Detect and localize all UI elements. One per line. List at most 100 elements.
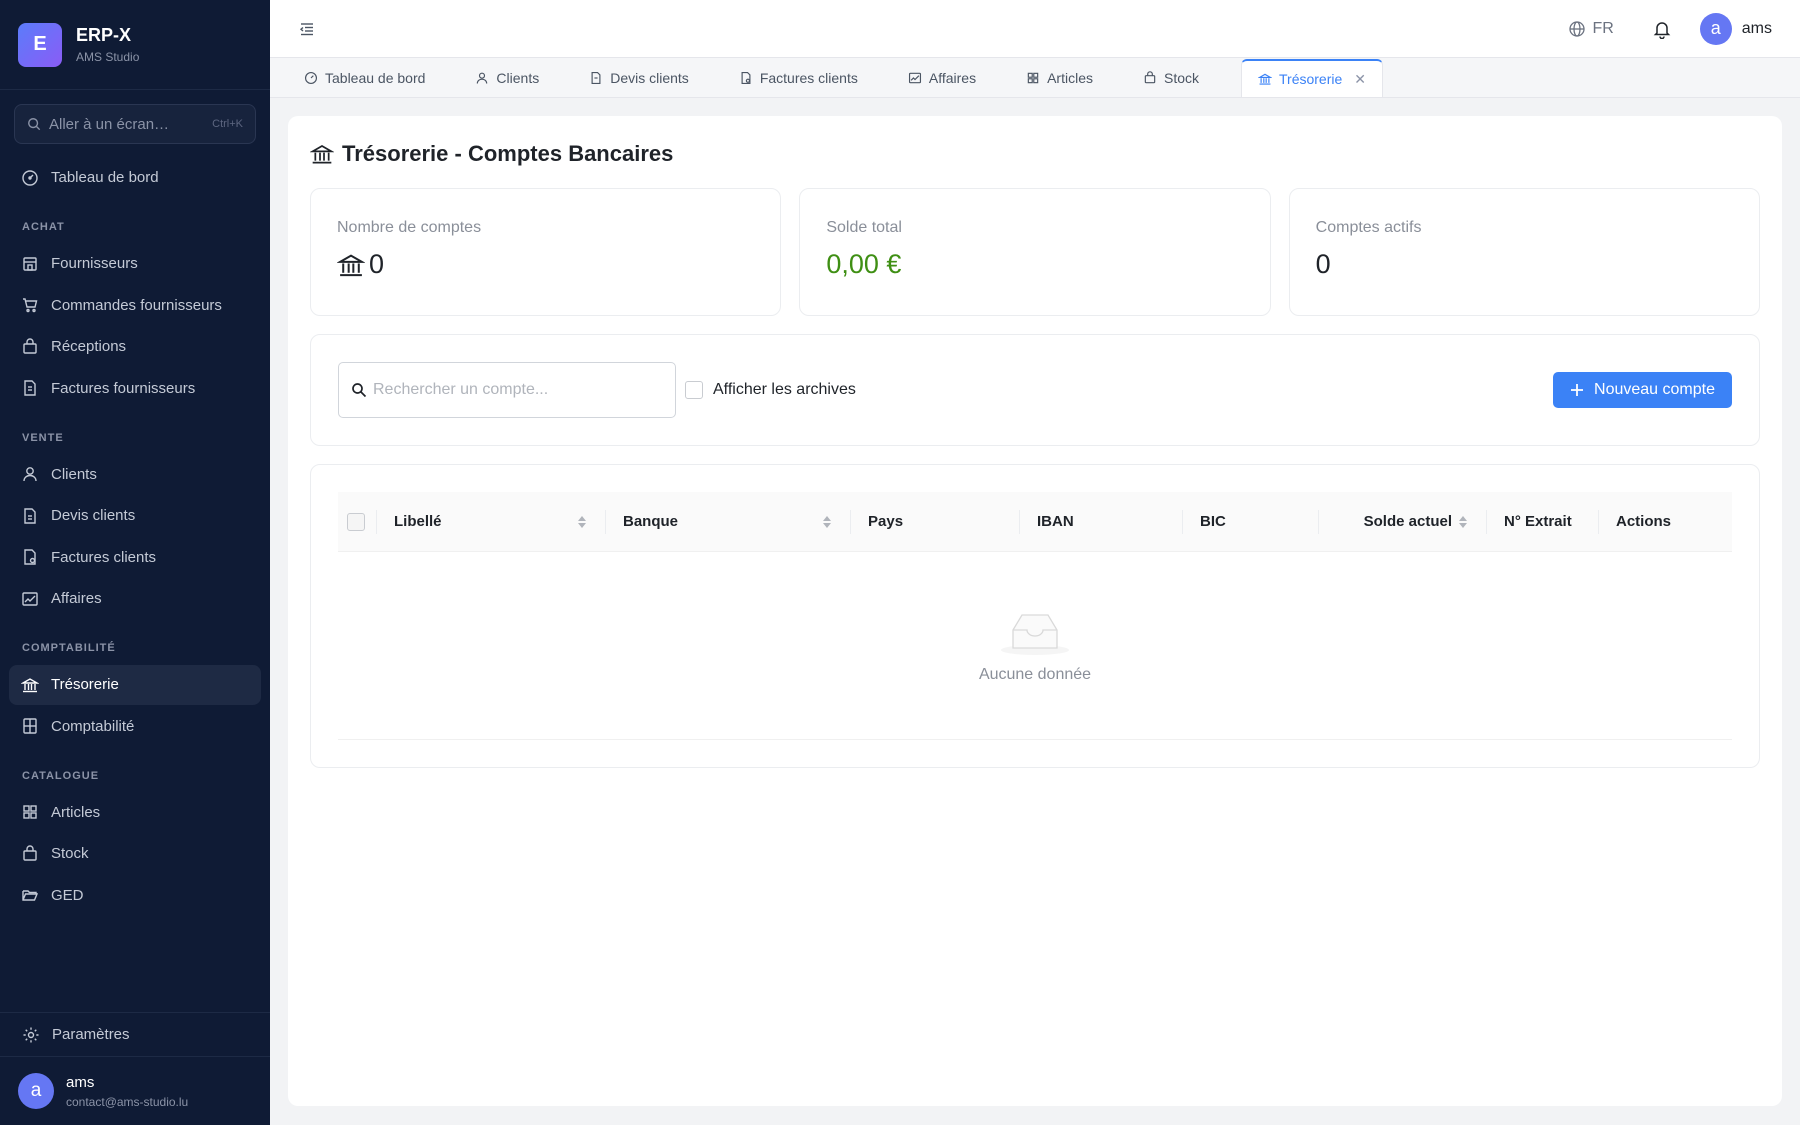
table-header: Libellé Banque Pays IBAN BIC Solde actue… [338,492,1732,552]
account-search-input[interactable] [373,381,663,399]
document-icon [591,71,601,85]
sort-icon[interactable] [822,515,832,529]
brand[interactable]: E ERP-X AMS Studio [0,0,270,90]
bank-icon [1258,73,1272,85]
grid-icon [1027,72,1039,84]
sort-icon[interactable] [1458,515,1468,529]
column-label: Solde actuel [1363,513,1452,530]
stat-value: 0 [337,249,754,280]
sidebar-nav: Tableau de bord ACHAT Fournisseurs Comma… [0,152,270,1012]
store-icon [23,256,37,271]
stat-card-accounts: Nombre de comptes 0 [310,188,782,316]
page-title: Trésorerie - Comptes Bancaires [310,138,1760,170]
package-icon [1144,71,1156,84]
column-header-extrait: N° Extrait [1486,492,1598,551]
tab-affaires[interactable]: Affaires [900,59,984,97]
page-title-text: Trésorerie - Comptes Bancaires [342,141,674,166]
sidebar-item-label: Commandes fournisseurs [51,296,222,314]
column-label: IBAN [1037,513,1074,530]
sort-icon[interactable] [577,515,587,529]
sidebar-item-label: Clients [51,465,97,483]
sidebar-user[interactable]: a ams contact@ams-studio.lu [0,1057,270,1125]
stat-card-total-balance: Solde total 0,00 € [799,188,1271,316]
bell-icon[interactable] [1652,19,1672,39]
tab-label: Factures clients [759,70,858,86]
search-icon [352,383,367,398]
section-catalogue: CATALOGUE [22,769,100,782]
user-name: ams [66,1073,95,1091]
accounts-table: Libellé Banque Pays IBAN BIC Solde actue… [310,464,1760,768]
sidebar-item-comptabilite[interactable]: Comptabilité [9,706,261,746]
sidebar-item-dashboard[interactable]: Tableau de bord [9,158,261,198]
calculator-icon [23,718,37,734]
column-label: Actions [1616,513,1672,530]
column-header-solde-actuel[interactable]: Solde actuel [1318,492,1486,551]
brand-name: ERP-X [76,25,132,45]
sidebar-item-commandes-fournisseurs[interactable]: Commandes fournisseurs [9,285,261,325]
show-archives-checkbox[interactable] [685,381,703,399]
sidebar: E ERP-X AMS Studio Aller à un écran… Ctr… [0,0,270,1125]
sidebar-item-label: Devis clients [51,507,136,524]
sidebar-item-label: Affaires [51,590,102,607]
sidebar-item-fournisseurs[interactable]: Fournisseurs [9,244,261,284]
sidebar-item-affaires[interactable]: Affaires [9,579,261,619]
main-area: FR a ams Tableau de bord Clients Devis c… [270,0,1800,1125]
sidebar-item-stock[interactable]: Stock [9,834,261,874]
plus-icon [1571,384,1584,396]
stat-label: Nombre de comptes [337,219,482,236]
column-header-libelle[interactable]: Libellé [376,492,605,551]
user-icon [23,467,37,482]
sidebar-item-label: Comptabilité [51,717,135,735]
tab-factures-clients[interactable]: Factures clients [731,59,866,97]
tab-stock[interactable]: Stock [1135,59,1207,97]
tab-label: Articles [1047,70,1093,86]
user-icon [477,72,488,84]
column-label: Banque [623,513,679,530]
column-label: N° Extrait [1504,513,1572,530]
tab-tresorerie[interactable]: Trésorerie ✕ [1241,59,1384,97]
sidebar-item-factures-fournisseurs[interactable]: Factures fournisseurs [9,368,261,408]
show-archives-label: Afficher les archives [713,381,856,398]
language-selector[interactable]: FR [1568,19,1614,38]
screen-search-input[interactable]: Aller à un écran… Ctrl+K [14,104,256,144]
sidebar-item-settings[interactable]: Paramètres [0,1013,270,1057]
sidebar-item-label: Factures clients [51,548,157,566]
sidebar-item-articles[interactable]: Articles [9,792,261,832]
sidebar-item-label: GED [51,886,84,904]
select-all-checkbox[interactable] [347,512,365,531]
sidebar-item-clients[interactable]: Clients [9,454,261,494]
sidebar-item-label: Stock [51,845,89,862]
sidebar-item-devis-clients[interactable]: Devis clients [9,496,261,536]
new-account-label: Nouveau compte [1594,381,1715,398]
new-account-button[interactable]: Nouveau compte [1553,372,1732,408]
column-label: Pays [868,513,904,530]
tab-devis-clients[interactable]: Devis clients [581,59,697,97]
sidebar-item-tresorerie[interactable]: Trésorerie [9,664,261,705]
bank-icon [21,677,39,692]
column-header-iban: IBAN [1019,492,1182,551]
sidebar-item-factures-clients[interactable]: Factures clients [9,537,261,577]
folder-open-icon [22,890,39,901]
stat-value-text: 0 [369,249,385,279]
brand-subtitle: AMS Studio [76,50,140,64]
dashboard-icon [304,71,318,85]
show-archives-toggle[interactable]: Afficher les archives [685,381,856,399]
column-header-banque[interactable]: Banque [605,492,850,551]
column-label: BIC [1200,513,1226,530]
stat-label: Comptes actifs [1315,219,1422,236]
tab-tableau-de-bord[interactable]: Tableau de bord [296,59,433,97]
sidebar-item-ged[interactable]: GED [9,875,261,915]
tab-articles[interactable]: Articles [1018,59,1101,97]
tab-clients[interactable]: Clients [467,59,547,97]
select-all-cell [338,492,376,551]
close-icon[interactable]: ✕ [1354,71,1366,88]
sidebar-item-label: Articles [51,803,101,821]
sidebar-item-label: Trésorerie [51,676,119,693]
menu-collapse-icon[interactable] [298,20,316,38]
empty-state: Aucune donnée [338,552,1732,740]
language-label: FR [1592,19,1614,37]
sidebar-item-receptions[interactable]: Réceptions [9,327,261,367]
chart-line-icon [22,591,38,606]
topbar-user-menu[interactable]: a ams [1699,12,1772,45]
package-icon [23,844,37,861]
